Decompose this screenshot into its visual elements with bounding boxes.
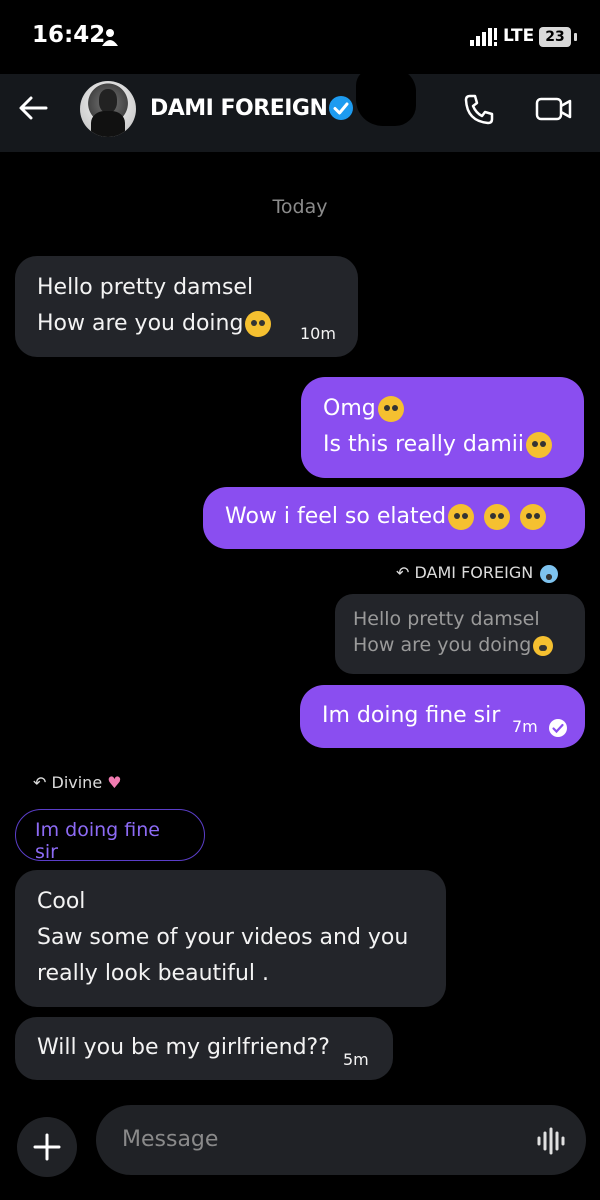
flushed-emoji xyxy=(377,396,404,422)
outgoing-message[interactable]: Im doing fine sir 7m xyxy=(300,685,585,748)
reply-icon: ↶ xyxy=(33,773,47,792)
video-icon[interactable] xyxy=(535,94,573,124)
avatar[interactable] xyxy=(80,81,136,137)
check-icon xyxy=(549,719,567,737)
phone-icon[interactable] xyxy=(462,92,496,126)
pleading-emoji xyxy=(245,311,272,337)
verified-icon xyxy=(329,96,353,120)
battery-level: 23 xyxy=(539,27,571,47)
outgoing-message[interactable]: Omg Is this really damii xyxy=(301,377,584,478)
message-time: 5m xyxy=(343,1050,369,1069)
message-input[interactable]: Message xyxy=(96,1105,586,1175)
plus-icon xyxy=(33,1133,61,1161)
message-line: Saw some of your videos and you xyxy=(37,925,409,950)
quoted-line: Hello pretty damsel xyxy=(353,608,540,630)
message-line: How are you doing xyxy=(37,311,244,336)
message-text: Im doing fine sir xyxy=(322,703,501,728)
quoted-line: How are you doing xyxy=(353,634,532,656)
battery-tip xyxy=(574,33,577,41)
reply-to-name: Divine xyxy=(51,773,103,792)
message-placeholder: Message xyxy=(122,1127,219,1152)
voice-icon[interactable] xyxy=(536,1127,566,1155)
blushing-emoji xyxy=(484,504,511,530)
message-time: 10m xyxy=(300,324,336,343)
outgoing-message[interactable]: Wow i feel so elated xyxy=(203,487,585,549)
reply-to-name: DAMI FOREIGN xyxy=(414,563,534,582)
message-text: Will you be my girlfriend?? xyxy=(37,1035,330,1060)
message-line: Hello pretty damsel xyxy=(37,275,254,300)
add-attachment-button[interactable] xyxy=(17,1117,77,1177)
quoted-message[interactable]: Im doing fine sir xyxy=(15,809,205,863)
composer: Message xyxy=(0,1102,600,1200)
signal-icon xyxy=(470,28,497,46)
status-time: 16:42 xyxy=(32,22,106,48)
day-separator: Today xyxy=(272,196,328,218)
incoming-message[interactable]: Will you be my girlfriend?? 5m xyxy=(15,1017,393,1080)
quoted-message[interactable]: Hello pretty damsel How are you doing xyxy=(335,594,585,674)
message-line: Cool xyxy=(37,889,86,914)
incoming-message[interactable]: Hello pretty damsel How are you doing 10… xyxy=(15,256,358,357)
status-bar: 16:42 LTE 23 xyxy=(0,0,600,74)
person-icon xyxy=(102,29,118,46)
crying-emoji xyxy=(448,504,475,530)
pleading-emoji xyxy=(533,635,554,656)
incoming-message[interactable]: Cool Saw some of your videos and you rea… xyxy=(15,870,446,1007)
back-icon[interactable] xyxy=(16,91,50,125)
chat-header: DAMI FOREIGN xyxy=(0,68,600,152)
message-line: Omg xyxy=(323,396,376,421)
network-label: LTE xyxy=(503,26,535,46)
cold-face-emoji xyxy=(540,564,559,583)
reply-indicator: ↶ Divine ♥ xyxy=(33,773,122,792)
message-text: Wow i feel so elated xyxy=(225,504,447,529)
pleading-emoji xyxy=(526,432,552,458)
blushing-emoji xyxy=(520,504,547,530)
ribbon-emoji: ♥ xyxy=(107,773,122,792)
message-time: 7m xyxy=(512,717,538,736)
redaction-mark xyxy=(356,68,416,126)
message-line: really look beautiful . xyxy=(37,961,270,986)
message-line: Is this really damii xyxy=(323,432,524,457)
contact-name[interactable]: DAMI FOREIGN xyxy=(150,96,328,121)
reply-indicator: ↶ DAMI FOREIGN xyxy=(396,563,559,583)
reply-icon: ↶ xyxy=(396,563,410,582)
